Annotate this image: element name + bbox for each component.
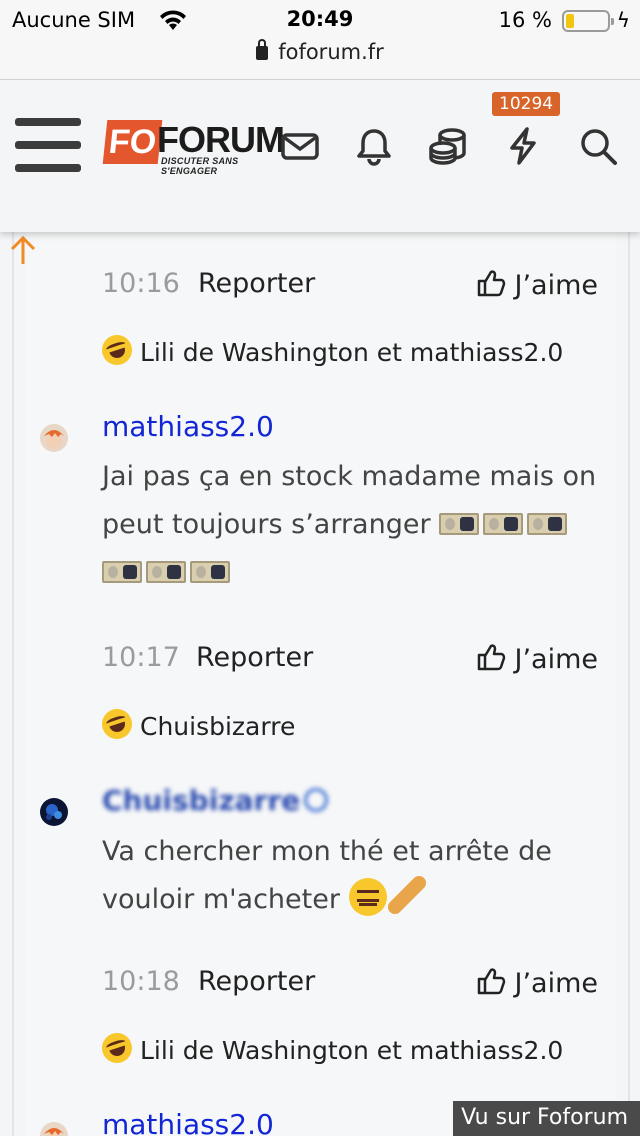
money-emoji-icon <box>146 561 186 583</box>
author-name[interactable]: Chuisbizarre <box>102 784 329 817</box>
author-name[interactable]: mathiass2.0 <box>102 1108 274 1136</box>
charging-icon: ϟ <box>616 8 630 32</box>
money-emoji-icon <box>190 561 230 583</box>
lock-icon <box>256 39 269 60</box>
logo-fo: FO <box>102 120 163 164</box>
thumbs-up-icon <box>478 968 506 995</box>
thumbs-up-icon <box>478 644 506 671</box>
report-button[interactable]: Reporter <box>198 268 315 299</box>
avatar[interactable] <box>40 798 68 826</box>
money-emoji-icon <box>527 513 568 535</box>
money-emoji-icon <box>439 513 480 535</box>
message-text: Va chercher mon thé et arrête de vouloir… <box>102 836 552 915</box>
verified-icon <box>304 788 329 812</box>
app-header: FO FORUM DISCUTER SANS S'ENGAGER 10294 <box>0 80 640 232</box>
battery-icon <box>562 10 614 32</box>
bolt-icon[interactable] <box>503 126 543 166</box>
reactions-row[interactable]: Chuisbizarre <box>98 705 296 743</box>
thread-content[interactable]: 10:16 Reporter J’aime Lili de Washington… <box>0 232 640 1136</box>
url-text: foforum.fr <box>278 40 384 64</box>
author-name[interactable]: mathiass2.0 <box>102 410 274 443</box>
thread-line-right <box>628 232 630 1136</box>
report-button[interactable]: Reporter <box>198 966 315 997</box>
scroll-up-arrow-icon[interactable] <box>8 234 38 266</box>
like-label: J’aime <box>514 644 598 675</box>
like-button[interactable]: J’aime <box>476 268 598 301</box>
reactions-text: Lili de Washington et mathiass2.0 <box>140 338 564 367</box>
reactions-row[interactable]: Lili de Washington et mathiass2.0 <box>98 1029 564 1067</box>
thread-line <box>12 232 14 1136</box>
comment-actions: 10:16 Reporter J’aime <box>102 268 598 308</box>
site-logo[interactable]: FO FORUM DISCUTER SANS S'ENGAGER <box>102 120 285 176</box>
money-emoji-icon <box>102 561 142 583</box>
report-button[interactable]: Reporter <box>196 642 313 673</box>
logo-forum: FORUM <box>157 119 285 160</box>
reactions-row[interactable]: Lili de Washington et mathiass2.0 <box>98 331 564 369</box>
mail-icon[interactable] <box>280 126 320 166</box>
like-button[interactable]: J’aime <box>476 642 598 675</box>
comment-actions: 10:18 Reporter J’aime <box>102 966 598 1006</box>
status-bar: Aucune SIM 20:49 16 % ϟ foforum.fr <box>0 0 640 80</box>
address-bar[interactable]: foforum.fr <box>0 39 640 64</box>
avatar[interactable] <box>40 424 68 452</box>
watermark: Vu sur Foforum <box>453 1101 640 1136</box>
bell-icon[interactable] <box>354 126 394 166</box>
like-label: J’aime <box>514 270 598 301</box>
notification-badge: 10294 <box>492 92 561 116</box>
reactions-text: Lili de Washington et mathiass2.0 <box>140 1036 564 1065</box>
laughing-emoji-icon <box>98 1029 136 1067</box>
comment-time: 10:18 <box>102 966 180 997</box>
comment-actions: 10:17 Reporter J’aime <box>102 642 598 682</box>
logo-tagline: DISCUTER SANS S'ENGAGER <box>161 156 239 176</box>
menu-icon[interactable] <box>15 118 81 174</box>
money-emoji-icon <box>483 513 524 535</box>
author-name-text: Chuisbizarre <box>102 784 301 817</box>
baguette-emoji-icon <box>384 873 429 917</box>
laughing-emoji-icon <box>98 705 136 743</box>
comment-text: Jai pas ça en stock madame mais on peut … <box>102 453 602 597</box>
thumbs-up-icon <box>478 270 506 297</box>
comment-text: Va chercher mon thé et arrête de vouloir… <box>102 828 602 924</box>
reactions-text: Chuisbizarre <box>140 712 296 741</box>
coins-icon[interactable] <box>428 126 468 166</box>
search-icon[interactable] <box>578 126 618 166</box>
expressionless-emoji-icon <box>348 878 387 916</box>
battery-percent: 16 % <box>498 8 552 32</box>
comment-time: 10:16 <box>102 268 180 299</box>
comment-time: 10:17 <box>102 642 180 673</box>
like-button[interactable]: J’aime <box>476 966 598 999</box>
like-label: J’aime <box>514 968 598 999</box>
laughing-emoji-icon <box>98 331 136 369</box>
